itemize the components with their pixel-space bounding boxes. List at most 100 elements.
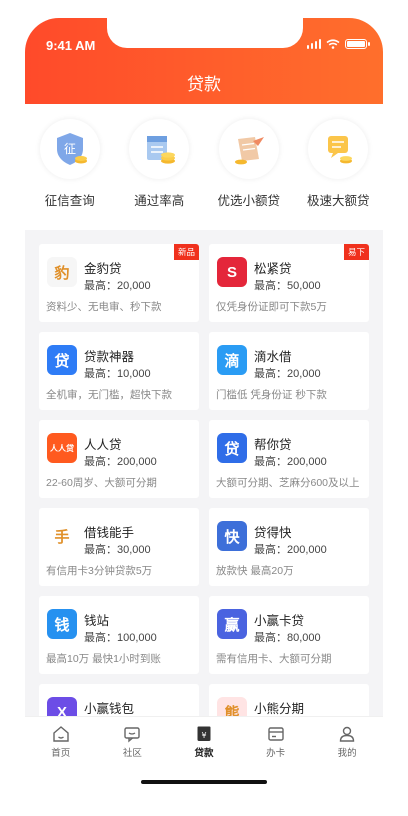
product-description: 放款快 最高20万 [216,565,294,577]
product-description: 全机审，无门槛，超快下款 [46,389,172,401]
product-card[interactable]: 钱钱站最高：100,000 最高10万 最快1小时到账 [39,596,199,674]
tab-label: 我的 [337,748,357,759]
product-name: 小熊分期 [254,702,305,716]
product-card[interactable]: S 松紧贷最高：50,000 仅凭身份证即可下款5万 易下 [209,244,369,322]
product-name: 小赢卡贷 [254,614,305,628]
product-logo-glyph: 钱 [54,616,70,634]
product-logo-glyph: 人人贷 [50,443,74,453]
product-name: 帮你贷 [254,438,292,452]
product-limit: 最高：30,000 [84,544,151,556]
notch [107,18,303,48]
quick-link-label: 极速大额贷 [306,194,370,208]
product-name: 松紧贷 [254,262,292,276]
product-limit: 最高：50,000 [254,280,321,292]
product-card[interactable]: 人人贷 人人贷 最高：200,000 22-60周岁、大额可分期 [39,420,199,498]
product-logo-icon: 钱 [47,609,77,639]
product-card[interactable]: 快贷得快 最高：200,000 放款快 最高20万 [209,508,369,586]
product-name: 滴水借 [254,350,292,364]
product-logo-glyph: 快 [224,528,240,546]
quick-link-label: 优选小额贷 [217,194,280,208]
product-badge: 易下 [343,244,369,260]
product-logo-icon: 滴 [217,345,247,375]
product-description: 最高10万 最快1小时到账 [46,653,161,665]
quick-link-label: 征信查询 [44,194,95,208]
scroll-plane-icon [218,119,279,179]
product-logo-glyph: S [226,263,237,281]
product-limit: 最高：20,000 [84,280,151,292]
message-coins-icon [308,119,369,179]
product-logo-icon: 贷 [47,345,77,375]
product-card[interactable]: X 小赢钱包 [39,684,199,716]
product-description: 22-60周岁、大额可分期 [46,477,157,489]
product-card[interactable]: 贷贷款神器 最高：10,000 全机审，无门槛，超快下款 [39,332,199,410]
quick-links: 征 征信查询 通过率高 优选小额贷 极速大额贷 [25,114,383,218]
product-logo-glyph: X [56,703,67,717]
header: 9:41 AM 贷款 [25,18,383,104]
product-card[interactable]: 滴滴水借最高：20,000 门槛低 凭身份证 秒下款 [209,332,369,410]
tab-label: 贷款 [194,748,214,759]
svg-text:¥: ¥ [201,731,206,740]
product-logo-icon: 快 [217,521,247,551]
product-card[interactable]: 手借钱能手最高：30,000 有信用卡3分钟贷款5万 [39,508,199,586]
quick-link-small-loan[interactable]: 优选小额贷 [204,114,294,218]
phone-screen: 9:41 AM 贷款 征 征信查询 通过率高 优选小额贷 极速大额贷 豹 金豹贷… [25,18,383,798]
product-logo-glyph: 熊 [224,704,240,717]
product-card[interactable]: 豹金豹贷 最高：20,000 资料少、无电审、秒下款 新品 [39,244,199,322]
product-limit: 最高：100,000 [84,632,157,644]
tab-label: 办卡 [266,748,286,759]
calendar-coins-icon [129,119,190,179]
loan-icon: ¥ [197,726,211,741]
product-logo-glyph: 滴 [224,352,240,370]
product-name: 钱站 [84,614,110,628]
wifi-icon [326,39,340,49]
product-card[interactable]: 贷帮你贷最高：200,000 大额可分期、芝麻分600及以上 [209,420,369,498]
quick-link-credit-query[interactable]: 征 征信查询 [25,114,115,218]
product-logo-glyph: 赢 [224,616,240,634]
product-description: 大额可分期、芝麻分600及以上 [216,477,360,489]
product-name: 借钱能手 [84,526,135,540]
product-name: 人人贷 [84,438,122,452]
product-badge: 新品 [173,244,199,260]
product-description: 有信用卡3分钟贷款5万 [46,565,153,577]
home-icon [53,726,69,742]
product-list: 豹金豹贷 最高：20,000 资料少、无电审、秒下款 新品 S 松紧贷 最高：50,000 仅… [25,230,383,716]
product-logo-glyph: 手 [54,528,70,546]
product-limit: 最高：200,000 [254,456,327,468]
product-logo-icon: X [47,697,77,716]
tab-loan[interactable]: ¥ 贷款 [174,717,234,766]
credit-report-icon: 征 [39,119,100,179]
product-limit: 最高：200,000 [254,544,327,556]
tab-label: 社区 [122,748,142,759]
product-description: 需有信用卡、大额可分期 [216,653,332,665]
battery-icon [345,39,370,49]
product-logo-icon: 手 [47,521,77,551]
credit-icon-glyph: 征 [64,142,76,156]
quick-link-high-pass-rate[interactable]: 通过率高 [115,114,205,218]
product-logo-icon: S [217,257,247,287]
product-card[interactable]: 熊 小熊分期 [209,684,369,716]
quick-link-fast-large-loan[interactable]: 极速大额贷 [294,114,384,218]
community-icon [124,727,141,743]
product-name: 小赢钱包 [84,702,135,716]
home-indicator [141,780,267,784]
tab-profile[interactable]: 我的 [317,717,377,766]
product-name: 贷款神器 [84,350,135,364]
product-description: 资料少、无电审、秒下款 [46,301,162,313]
product-logo-icon: 贷 [217,433,247,463]
signal-icon [306,39,321,49]
product-logo-glyph: 豹 [54,264,70,282]
tab-home[interactable]: 首页 [31,717,91,766]
product-logo-icon: 熊 [217,697,247,716]
status-time: 9:41 AM [46,38,96,53]
product-description: 门槛低 凭身份证 秒下款 [216,389,327,401]
product-logo-glyph: 贷 [54,352,70,370]
tab-card[interactable]: 办卡 [246,717,306,766]
product-logo-glyph: 贷 [224,440,240,458]
product-limit: 最高：80,000 [254,632,321,644]
card-icon [267,727,284,741]
product-description: 仅凭身份证即可下款5万 [216,301,327,313]
product-limit: 最高：20,000 [254,368,321,380]
product-card[interactable]: 赢小赢卡贷最高：80,000 需有信用卡、大额可分期 [209,596,369,674]
tab-community[interactable]: 社区 [102,717,162,766]
tab-label: 首页 [51,748,71,759]
